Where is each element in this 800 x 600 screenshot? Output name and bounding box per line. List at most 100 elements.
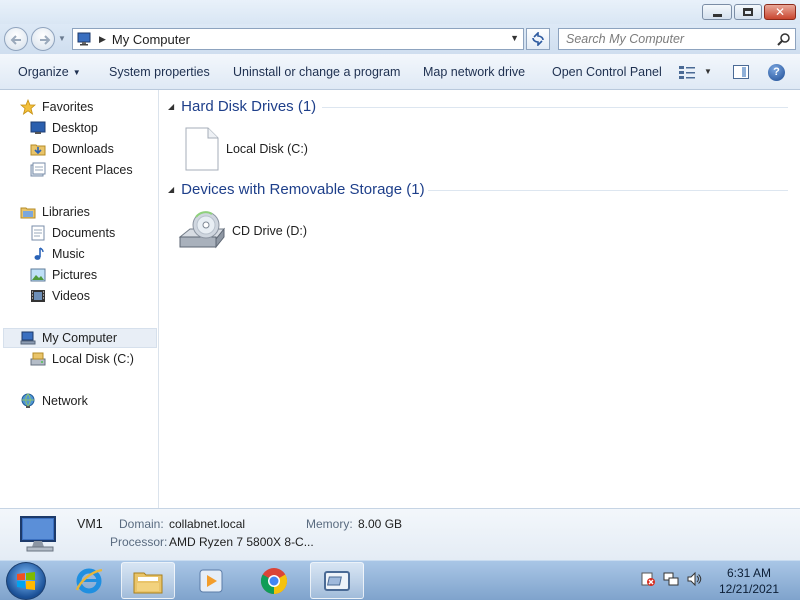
nav-network[interactable]: Network — [20, 391, 88, 411]
nav-documents[interactable]: Documents — [30, 223, 115, 243]
forward-button[interactable] — [31, 27, 55, 51]
clock-date: 12/21/2021 — [718, 582, 780, 596]
organize-label: Organize — [18, 65, 69, 79]
nav-music-label: Music — [52, 247, 85, 261]
local-disk-drive-label: Local Disk (C:) — [226, 142, 308, 156]
clock-time: 6:31 AM — [726, 566, 772, 580]
preview-pane-icon[interactable] — [733, 65, 749, 79]
nav-my-computer[interactable]: My Computer — [3, 328, 157, 348]
minimize-icon — [712, 13, 722, 17]
recent-pages-dropdown[interactable]: ▼ — [58, 34, 66, 43]
maximize-button[interactable] — [734, 4, 762, 20]
media-player-icon — [199, 569, 223, 592]
downloads-folder-icon — [30, 141, 46, 157]
taskbar-windows-explorer[interactable] — [121, 562, 175, 599]
change-view-icon[interactable] — [678, 64, 696, 80]
nav-music[interactable]: Music — [30, 244, 85, 264]
nav-local-disk[interactable]: Local Disk (C:) — [30, 349, 134, 369]
taskbar: 6:31 AM 12/21/2021 — [0, 560, 800, 600]
chevron-down-icon: ▼ — [72, 68, 81, 77]
search-placeholder: Search My Computer — [566, 32, 685, 46]
music-icon — [30, 246, 46, 262]
address-dropdown-icon[interactable]: ▼ — [510, 33, 519, 43]
nav-pictures[interactable]: Pictures — [30, 265, 97, 285]
removable-storage-group-header[interactable]: ◢ Devices with Removable Storage (1) — [168, 181, 425, 198]
taskbar-chrome[interactable] — [247, 562, 301, 599]
group-divider — [428, 190, 788, 191]
system-tray — [640, 571, 702, 587]
memory-value: 8.00 GB — [358, 517, 403, 531]
back-arrow-icon — [10, 35, 21, 45]
processor-label: Processor: — [110, 535, 168, 549]
nav-recent-places[interactable]: Recent Places — [30, 160, 133, 180]
start-orb-icon — [17, 572, 35, 590]
videos-icon — [30, 288, 46, 304]
processor-value: AMD Ryzen 7 5800X 8-C... — [169, 535, 314, 549]
nav-videos[interactable]: Videos — [30, 286, 90, 306]
clock[interactable]: 6:31 AM 12/21/2021 — [712, 565, 786, 597]
search-input[interactable]: Search My Computer — [558, 28, 796, 50]
navigation-bar: ▼ ▶ My Computer ▼ Search My Computer — [0, 24, 800, 54]
nav-desktop[interactable]: Desktop — [30, 118, 98, 138]
command-bar: Organize ▼ System properties Uninstall or… — [0, 54, 800, 90]
computer-icon — [20, 330, 36, 346]
help-icon[interactable]: ? — [768, 64, 785, 81]
nav-libraries-label: Libraries — [42, 205, 90, 219]
nav-videos-label: Videos — [52, 289, 90, 303]
domain-label: Domain: — [119, 517, 164, 531]
virtual-machine-icon — [324, 570, 350, 591]
start-button[interactable] — [6, 562, 46, 600]
action-center-icon[interactable] — [640, 571, 656, 587]
cd-drive-item[interactable]: CD Drive (D:) — [176, 207, 307, 255]
star-icon — [20, 99, 36, 115]
blank-file-icon — [185, 127, 219, 171]
organize-menu[interactable]: Organize ▼ — [18, 65, 81, 79]
nav-favorites[interactable]: Favorites — [20, 97, 93, 117]
title-bar: ✕ — [0, 0, 800, 24]
nav-pictures-label: Pictures — [52, 268, 98, 282]
breadcrumb-path[interactable]: My Computer — [112, 32, 190, 47]
windows-explorer-icon — [133, 572, 163, 593]
minimize-button[interactable] — [702, 4, 732, 20]
nav-downloads[interactable]: Downloads — [30, 139, 114, 159]
taskbar-virtual-machine[interactable] — [310, 562, 364, 599]
open-control-panel-button[interactable]: Open Control Panel — [552, 65, 662, 79]
uninstall-program-button[interactable]: Uninstall or change a program — [233, 65, 400, 79]
taskbar-media-player[interactable] — [184, 562, 238, 599]
close-button[interactable]: ✕ — [764, 4, 796, 20]
pictures-icon — [30, 267, 46, 283]
hard-disk-icon — [30, 351, 46, 367]
map-network-drive-button[interactable]: Map network drive — [423, 65, 525, 79]
content-area: ◢ Hard Disk Drives (1) Local Disk (C:) ◢… — [160, 90, 800, 508]
desktop-icon — [30, 120, 46, 136]
cd-drive-icon — [178, 211, 226, 249]
refresh-button[interactable] — [526, 28, 550, 50]
computer-name: VM1 — [77, 517, 103, 531]
libraries-icon — [20, 204, 36, 220]
back-button[interactable] — [4, 27, 28, 51]
refresh-icon — [532, 32, 544, 46]
internet-explorer-icon — [75, 568, 103, 593]
recent-places-icon — [30, 162, 46, 178]
network-icon — [20, 393, 36, 409]
hard-disk-drives-label: Hard Disk Drives (1) — [181, 98, 317, 115]
address-bar[interactable]: ▶ My Computer ▼ — [72, 28, 524, 50]
taskbar-internet-explorer[interactable] — [62, 562, 116, 599]
hard-disk-drives-group-header[interactable]: ◢ Hard Disk Drives (1) — [168, 98, 316, 115]
details-pane: VM1 Domain: collabnet.local Memory: 8.00… — [0, 508, 800, 560]
breadcrumb-separator-icon[interactable]: ▶ — [99, 34, 106, 45]
collapse-triangle-icon[interactable]: ◢ — [168, 102, 174, 111]
local-disk-drive-item[interactable]: Local Disk (C:) — [184, 126, 308, 172]
collapse-triangle-icon[interactable]: ◢ — [168, 185, 174, 194]
forward-arrow-icon — [40, 35, 51, 45]
network-status-icon[interactable] — [663, 571, 679, 587]
nav-local-disk-label: Local Disk (C:) — [52, 352, 134, 366]
views-dropdown-icon[interactable]: ▼ — [704, 67, 712, 76]
nav-libraries[interactable]: Libraries — [20, 202, 90, 222]
system-properties-button[interactable]: System properties — [109, 65, 210, 79]
search-icon[interactable] — [777, 32, 791, 46]
navigation-pane: Favorites Desktop Downloads Recent Place… — [0, 90, 159, 508]
volume-icon[interactable] — [686, 571, 702, 587]
nav-desktop-label: Desktop — [52, 121, 98, 135]
chrome-icon — [260, 567, 288, 594]
